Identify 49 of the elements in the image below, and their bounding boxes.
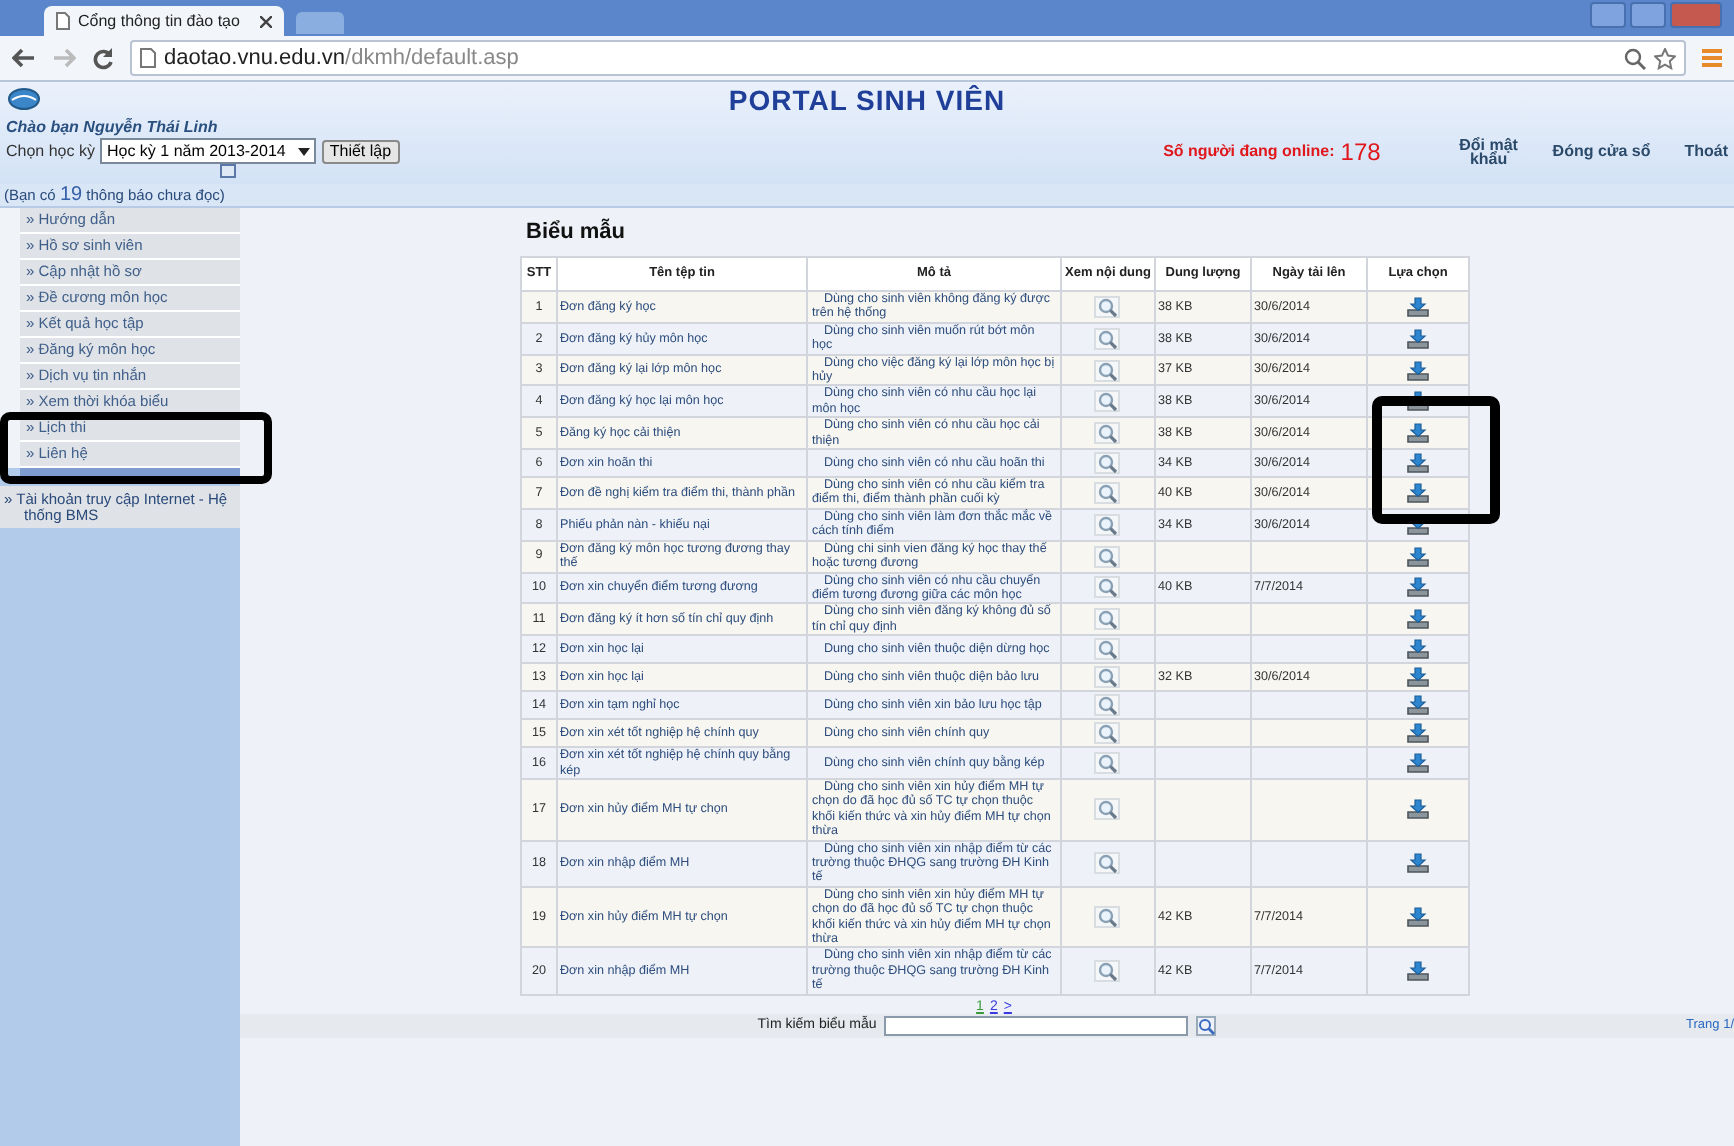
magnifier-icon[interactable] bbox=[1094, 852, 1122, 875]
magnifier-icon[interactable] bbox=[1094, 638, 1122, 661]
magnifier-icon[interactable] bbox=[1094, 295, 1122, 318]
greeting-text: Chào bạn Nguyễn Thái Linh bbox=[4, 116, 220, 138]
magnifier-icon[interactable] bbox=[1094, 798, 1122, 821]
download-icon[interactable] bbox=[1406, 390, 1430, 413]
logo-icon bbox=[8, 88, 40, 110]
magnifier-icon[interactable] bbox=[1094, 576, 1122, 599]
reload-icon[interactable] bbox=[92, 47, 114, 69]
magnifier-icon[interactable] bbox=[1094, 906, 1122, 929]
magnifier-icon[interactable] bbox=[1094, 327, 1122, 350]
star-icon[interactable] bbox=[1654, 47, 1676, 69]
magnifier-icon[interactable] bbox=[1094, 722, 1122, 745]
magnifier-icon[interactable] bbox=[1094, 960, 1122, 983]
magnifier-icon[interactable] bbox=[1094, 422, 1122, 445]
semester-select[interactable]: Học kỳ 1 năm 2013-2014 bbox=[100, 138, 316, 164]
page-icon bbox=[140, 48, 156, 68]
magnifier-icon[interactable] bbox=[1094, 481, 1122, 504]
header-link[interactable]: Đóng cửa sổ bbox=[1552, 144, 1651, 158]
magnifier-icon[interactable] bbox=[1094, 359, 1122, 382]
magnifier-icon[interactable] bbox=[1094, 545, 1122, 568]
calendar-icon[interactable] bbox=[220, 164, 236, 178]
magnifier-icon[interactable] bbox=[1094, 390, 1122, 413]
caret-icon bbox=[297, 147, 310, 155]
menu-icon[interactable] bbox=[1702, 48, 1722, 68]
magnifier-icon[interactable] bbox=[1094, 608, 1122, 631]
online-label: Số người đang online: bbox=[1163, 142, 1335, 160]
address-bar[interactable]: daotao.vnu.edu.vn/dkmh/default.asp bbox=[130, 40, 1686, 76]
back-icon[interactable] bbox=[12, 48, 36, 68]
browser-tab[interactable]: Cổng thông tin đào tạo bbox=[44, 6, 284, 36]
highlight-frame bbox=[1372, 396, 1500, 524]
search-icon[interactable] bbox=[1196, 1015, 1217, 1036]
header-link[interactable]: Thoát bbox=[1684, 144, 1728, 158]
magnifier-icon[interactable] bbox=[1094, 752, 1122, 775]
magnifier-icon[interactable] bbox=[1094, 666, 1122, 689]
magnifier-icon[interactable] bbox=[1094, 513, 1122, 536]
page-title: PORTAL SINH VIÊN bbox=[726, 83, 1008, 115]
page-heading: Biểu mẫu bbox=[526, 220, 628, 244]
search-field[interactable] bbox=[884, 1015, 1189, 1036]
page-icon bbox=[56, 12, 70, 30]
semester-label: Chọn học kỳ bbox=[6, 142, 95, 160]
magnifier-icon[interactable] bbox=[1094, 694, 1122, 717]
magnifier-icon[interactable] bbox=[1094, 452, 1122, 475]
url-text: daotao.vnu.edu.vn/dkmh/default.asp bbox=[164, 46, 519, 70]
close-icon[interactable] bbox=[260, 15, 272, 27]
header-link[interactable]: Đổi mật khẩu bbox=[1458, 137, 1519, 165]
apply-button[interactable]: Thiết lập bbox=[321, 139, 400, 163]
zoom-icon[interactable] bbox=[1624, 47, 1646, 69]
online-count: 178 bbox=[1340, 137, 1381, 165]
